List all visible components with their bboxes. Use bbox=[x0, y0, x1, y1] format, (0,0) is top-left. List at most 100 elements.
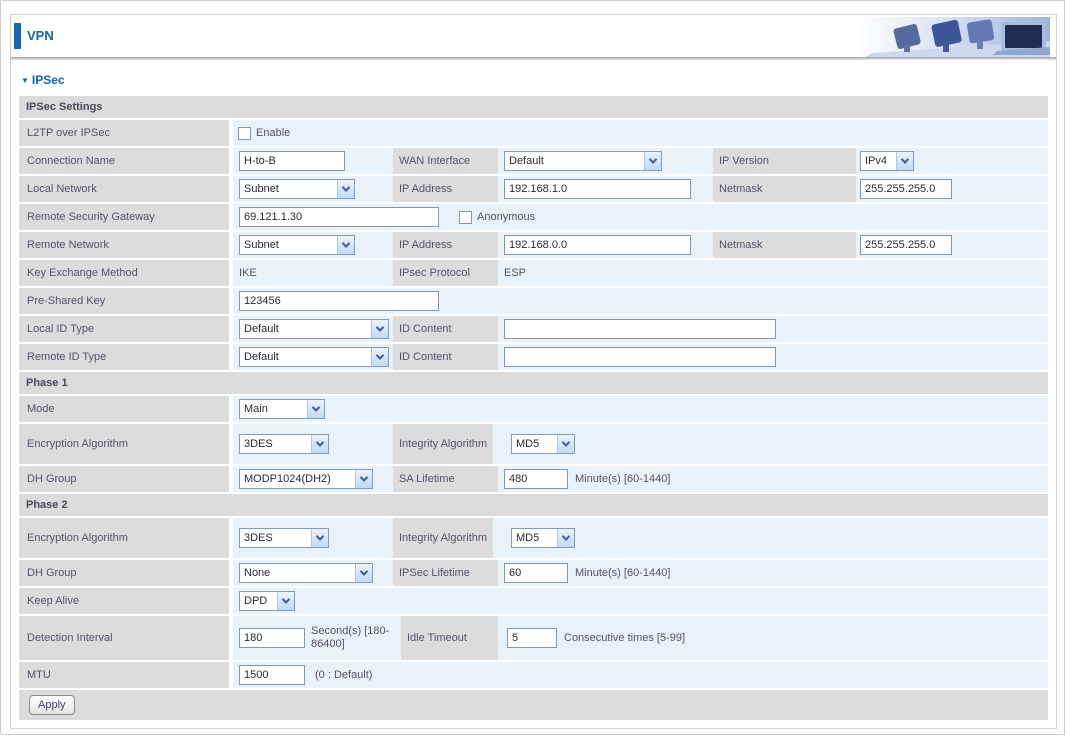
phase2-lifetime-label: IPSec Lifetime bbox=[393, 560, 498, 586]
connection-name-input[interactable] bbox=[239, 151, 345, 171]
remote-ip-input[interactable] bbox=[504, 235, 691, 255]
ip-version-label: IP Version bbox=[713, 148, 856, 174]
local-ip-input[interactable] bbox=[504, 179, 691, 199]
wan-interface-label: WAN Interface bbox=[393, 148, 498, 174]
phase1-encryption-label: Encryption Algorithm bbox=[19, 424, 233, 464]
chevron-down-icon[interactable] bbox=[277, 592, 294, 610]
local-id-select[interactable]: Default bbox=[239, 316, 389, 342]
chevron-down-icon[interactable] bbox=[644, 152, 661, 170]
pre-shared-key-label: Pre-Shared Key bbox=[19, 288, 233, 314]
remote-id-select[interactable]: Default bbox=[239, 344, 389, 370]
mtu-hint: (0 : Default) bbox=[315, 668, 373, 681]
phase2-encryption-label: Encryption Algorithm bbox=[19, 518, 233, 558]
phase2-header: Phase 2 bbox=[19, 494, 1048, 516]
idle-timeout-input[interactable] bbox=[507, 628, 557, 648]
phase1-integrity-value: MD5 bbox=[516, 438, 540, 450]
local-network-select[interactable]: Subnet bbox=[239, 176, 355, 202]
mtu-label: MTU bbox=[19, 662, 233, 688]
module-header: VPN bbox=[11, 15, 1056, 57]
wan-interface-value: Default bbox=[509, 155, 544, 167]
pre-shared-key-input[interactable] bbox=[239, 291, 439, 311]
phase1-encryption-select[interactable]: 3DES bbox=[239, 424, 329, 464]
phase1-mode-select[interactable]: Main bbox=[239, 396, 325, 422]
enable-checkbox[interactable] bbox=[238, 126, 251, 140]
local-network-label: Local Network bbox=[19, 176, 233, 202]
connection-name-label: Connection Name bbox=[19, 148, 233, 174]
local-network-value: Subnet bbox=[244, 183, 279, 195]
remote-netmask-label: Netmask bbox=[713, 232, 856, 258]
page-title: VPN bbox=[27, 28, 54, 43]
ip-version-select[interactable]: IPv4 bbox=[860, 148, 914, 174]
local-netmask-label: Netmask bbox=[713, 176, 856, 202]
row-phase1-mode: Mode Main bbox=[19, 396, 1048, 422]
chevron-down-icon[interactable] bbox=[355, 470, 372, 488]
row-remote-network: Remote Network Subnet IP Address Netmask bbox=[19, 232, 1048, 258]
row-phase1-dh: DH Group MODP1024(DH2) SA Lifetime Minut… bbox=[19, 466, 1048, 492]
chevron-down-icon[interactable] bbox=[355, 564, 372, 582]
phase1-mode-value: Main bbox=[244, 403, 268, 415]
local-id-content-label: ID Content bbox=[393, 316, 498, 342]
phase1-integrity-select[interactable]: MD5 bbox=[511, 424, 575, 464]
apply-bar: Apply bbox=[19, 690, 1048, 720]
phase1-sa-input[interactable] bbox=[504, 469, 568, 489]
chevron-down-icon[interactable] bbox=[307, 400, 324, 418]
row-l2tp: L2TP over IPSec Enable bbox=[19, 120, 1048, 146]
phase1-integrity-label: Integrity Algorithm bbox=[393, 424, 493, 464]
anonymous-checkbox[interactable] bbox=[459, 210, 472, 224]
chevron-down-icon[interactable] bbox=[557, 529, 574, 547]
chevron-down-icon[interactable] bbox=[371, 348, 388, 366]
chevron-down-icon[interactable] bbox=[371, 320, 388, 338]
phase2-dh-value: None bbox=[244, 567, 271, 579]
chevron-down-icon[interactable] bbox=[896, 152, 913, 170]
remote-network-select[interactable]: Subnet bbox=[239, 232, 355, 258]
row-key-exchange: Key Exchange Method IKE IPsec Protocol E… bbox=[19, 260, 1048, 286]
row-phase2-encryption: Encryption Algorithm 3DES Integrity Algo… bbox=[19, 518, 1048, 558]
chevron-down-icon[interactable] bbox=[557, 435, 574, 453]
phase2-dh-select[interactable]: None bbox=[239, 560, 373, 586]
ipsec-protocol-value: ESP bbox=[504, 267, 527, 279]
detection-interval-input[interactable] bbox=[239, 628, 305, 648]
phase2-integrity-select[interactable]: MD5 bbox=[511, 518, 575, 558]
phase1-dh-select[interactable]: MODP1024(DH2) bbox=[239, 466, 373, 492]
anonymous-checkbox-label: Anonymous bbox=[477, 211, 536, 223]
anonymous-group: Anonymous bbox=[459, 204, 535, 230]
phase2-integrity-value: MD5 bbox=[516, 532, 540, 544]
page: VPN ▼ IPSec IPSec Settings L2TP over IPS… bbox=[0, 0, 1065, 735]
phase1-sa-label: SA Lifetime bbox=[393, 466, 498, 492]
phase2-encryption-select[interactable]: 3DES bbox=[239, 518, 329, 558]
chevron-down-icon[interactable] bbox=[337, 236, 354, 254]
row-mtu: MTU (0 : Default) bbox=[19, 662, 1048, 688]
mtu-input[interactable] bbox=[239, 665, 305, 685]
l2tp-enable-group: Enable bbox=[238, 120, 290, 146]
local-netmask-input[interactable] bbox=[860, 179, 952, 199]
row-local-id: Local ID Type Default ID Content bbox=[19, 316, 1048, 342]
computers-illustration bbox=[855, 17, 1050, 57]
chevron-down-icon[interactable] bbox=[311, 529, 328, 547]
phase2-encryption-value: 3DES bbox=[244, 532, 273, 544]
phase1-dh-value: MODP1024(DH2) bbox=[244, 473, 331, 485]
section-header-ipsec[interactable]: ▼ IPSec bbox=[21, 70, 1048, 90]
keep-alive-select[interactable]: DPD bbox=[239, 588, 295, 614]
phase1-mode-label: Mode bbox=[19, 396, 233, 422]
remote-id-content-label: ID Content bbox=[393, 344, 498, 370]
phase1-encryption-value: 3DES bbox=[244, 438, 273, 450]
ipsec-settings-header: IPSec Settings bbox=[19, 96, 1048, 118]
apply-button[interactable]: Apply bbox=[29, 695, 75, 715]
local-id-content-input[interactable] bbox=[504, 319, 776, 339]
enable-checkbox-label: Enable bbox=[256, 127, 291, 139]
chevron-down-icon[interactable] bbox=[337, 180, 354, 198]
phase2-lifetime-hint: Minute(s) [60-1440] bbox=[575, 566, 671, 579]
remote-gateway-input[interactable] bbox=[239, 207, 439, 227]
idle-timeout-hint: Consecutive times [5-99] bbox=[564, 631, 686, 644]
remote-gateway-label: Remote Security Gateway bbox=[19, 204, 233, 230]
chevron-down-icon[interactable] bbox=[311, 435, 328, 453]
detection-interval-hint: Second(s) [180-86400] bbox=[311, 625, 390, 650]
remote-id-content-input[interactable] bbox=[504, 347, 776, 367]
keep-alive-label: Keep Alive bbox=[19, 588, 233, 614]
phase2-lifetime-input[interactable] bbox=[504, 563, 568, 583]
phase2-dh-label: DH Group bbox=[19, 560, 233, 586]
row-phase2-dh: DH Group None IPSec Lifetime Minute(s) [… bbox=[19, 560, 1048, 586]
remote-netmask-input[interactable] bbox=[860, 235, 952, 255]
wan-interface-select[interactable]: Default bbox=[504, 148, 662, 174]
remote-id-value: Default bbox=[244, 351, 279, 363]
